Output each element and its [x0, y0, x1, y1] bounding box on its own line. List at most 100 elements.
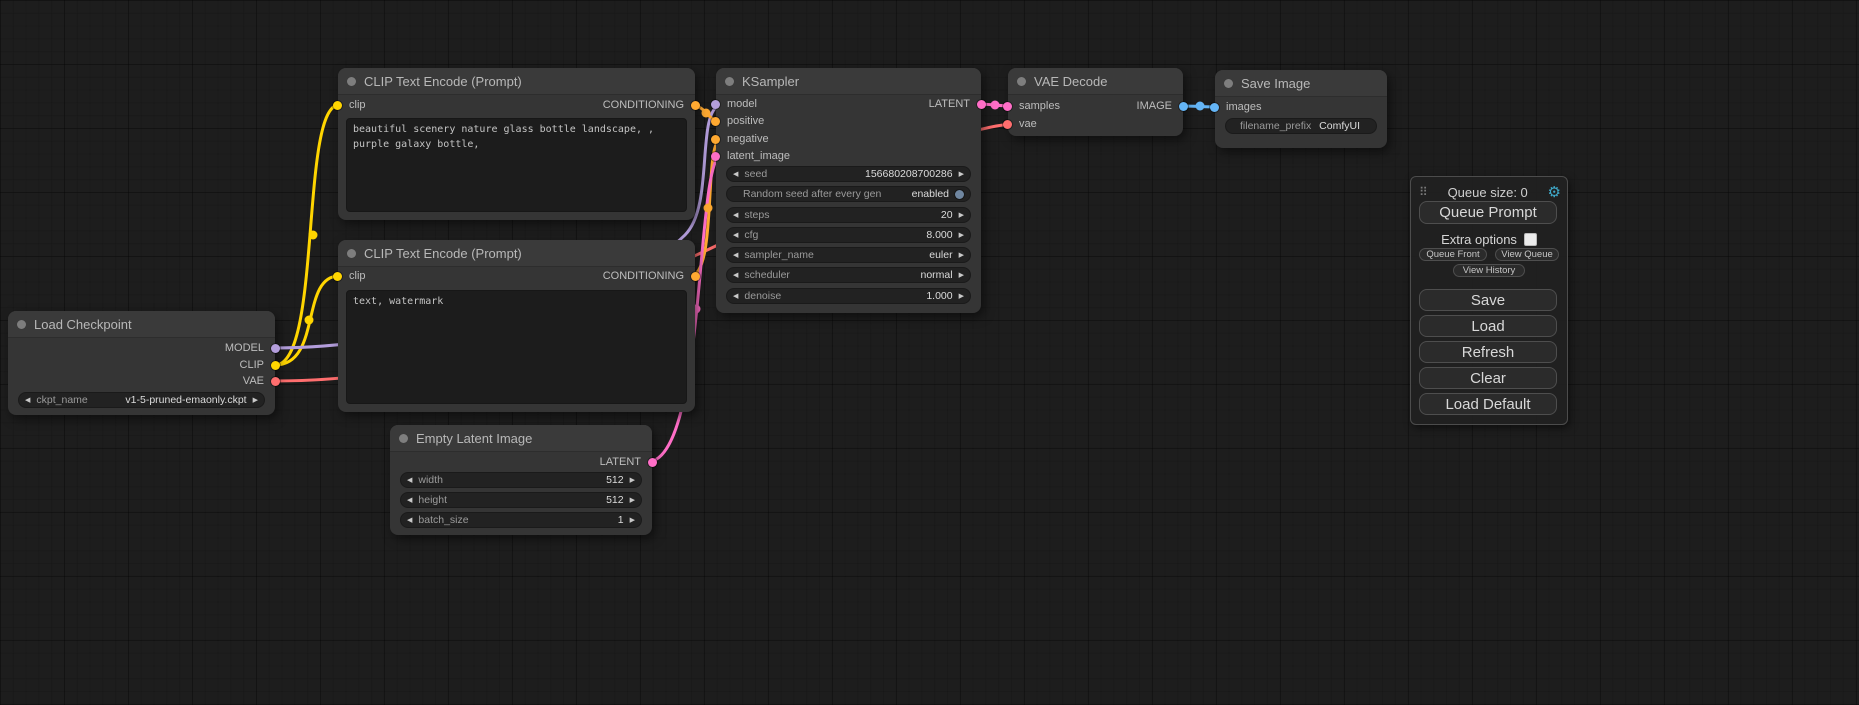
conditioning-port-dot[interactable]: [691, 272, 700, 281]
node-title-bar[interactable]: Empty Latent Image: [390, 425, 652, 452]
refresh-button[interactable]: Refresh: [1419, 341, 1557, 363]
widget-label: height: [418, 494, 447, 506]
increment-arrow-icon[interactable]: ▶: [959, 171, 964, 178]
decrement-arrow-icon[interactable]: ◀: [407, 517, 412, 524]
output-vae[interactable]: VAE: [243, 375, 280, 387]
latent-port-dot[interactable]: [711, 152, 720, 161]
conditioning-port-dot[interactable]: [711, 117, 720, 126]
output-latent[interactable]: LATENT: [929, 98, 986, 110]
increment-arrow-icon[interactable]: ▶: [959, 272, 964, 279]
port-label: IMAGE: [1137, 100, 1172, 112]
conditioning-port-dot[interactable]: [691, 101, 700, 110]
seed-widget[interactable]: ◀ seed 156680208700286 ▶: [726, 166, 971, 182]
negative-prompt-textarea[interactable]: text, watermark: [346, 290, 687, 404]
node-title-bar[interactable]: Load Checkpoint: [8, 311, 275, 338]
extra-options-checkbox[interactable]: [1524, 233, 1537, 246]
decrement-arrow-icon[interactable]: ◀: [407, 497, 412, 504]
scheduler-widget[interactable]: ◀ scheduler normal ▶: [726, 267, 971, 283]
image-port-dot[interactable]: [1210, 103, 1219, 112]
increment-arrow-icon[interactable]: ▶: [630, 517, 635, 524]
decrement-arrow-icon[interactable]: ◀: [733, 252, 738, 259]
widget-value: enabled: [912, 188, 949, 200]
node-title-bar[interactable]: Save Image: [1215, 70, 1387, 97]
toggle-dot-icon[interactable]: [955, 190, 964, 199]
node-load-checkpoint[interactable]: Load Checkpoint MODEL CLIP VAE ◀ ckpt_na…: [8, 311, 275, 415]
node-save-image[interactable]: Save Image images filename_prefix ComfyU…: [1215, 70, 1387, 148]
view-history-button[interactable]: View History: [1453, 264, 1525, 277]
denoise-widget[interactable]: ◀ denoise 1.000 ▶: [726, 288, 971, 304]
load-default-button[interactable]: Load Default: [1419, 393, 1557, 415]
vae-port-dot[interactable]: [271, 377, 280, 386]
increment-arrow-icon[interactable]: ▶: [959, 293, 964, 300]
save-button[interactable]: Save: [1419, 289, 1557, 311]
node-title-bar[interactable]: KSampler: [716, 68, 981, 95]
input-negative[interactable]: negative: [711, 133, 769, 145]
node-title-bar[interactable]: VAE Decode: [1008, 68, 1183, 95]
input-model[interactable]: model: [711, 98, 757, 110]
latent-port-dot[interactable]: [977, 100, 986, 109]
decrement-arrow-icon[interactable]: ◀: [407, 477, 412, 484]
clip-port-dot[interactable]: [333, 101, 342, 110]
batch-size-widget[interactable]: ◀ batch_size 1 ▶: [400, 512, 642, 528]
input-positive[interactable]: positive: [711, 115, 764, 127]
queue-prompt-button[interactable]: Queue Prompt: [1419, 201, 1557, 224]
cfg-widget[interactable]: ◀ cfg 8.000 ▶: [726, 227, 971, 243]
input-clip[interactable]: clip: [333, 270, 366, 282]
input-samples[interactable]: samples: [1003, 100, 1060, 112]
increment-arrow-icon[interactable]: ▶: [959, 212, 964, 219]
queue-menu-panel[interactable]: ⠿ Queue size: 0 ⚙ Queue Prompt Extra opt…: [1410, 176, 1568, 425]
node-vae-decode[interactable]: VAE Decode samples vae IMAGE: [1008, 68, 1183, 136]
vae-port-dot[interactable]: [1003, 120, 1012, 129]
input-images[interactable]: images: [1210, 101, 1261, 113]
output-latent[interactable]: LATENT: [600, 456, 657, 468]
node-clip-text-encode-positive[interactable]: CLIP Text Encode (Prompt) clip CONDITION…: [338, 68, 695, 220]
random-seed-toggle-widget[interactable]: Random seed after every gen enabled: [726, 186, 971, 202]
increment-arrow-icon[interactable]: ▶: [630, 497, 635, 504]
clip-port-dot[interactable]: [333, 272, 342, 281]
decrement-arrow-icon[interactable]: ◀: [733, 232, 738, 239]
sampler-name-widget[interactable]: ◀ sampler_name euler ▶: [726, 247, 971, 263]
model-port-dot[interactable]: [271, 344, 280, 353]
conditioning-port-dot[interactable]: [711, 135, 720, 144]
clip-port-dot[interactable]: [271, 361, 280, 370]
output-conditioning[interactable]: CONDITIONING: [603, 99, 700, 111]
positive-prompt-textarea[interactable]: beautiful scenery nature glass bottle la…: [346, 118, 687, 212]
decrement-arrow-icon[interactable]: ◀: [25, 397, 30, 404]
node-clip-text-encode-negative[interactable]: CLIP Text Encode (Prompt) clip CONDITION…: [338, 240, 695, 412]
input-clip[interactable]: clip: [333, 99, 366, 111]
decrement-arrow-icon[interactable]: ◀: [733, 171, 738, 178]
decrement-arrow-icon[interactable]: ◀: [733, 212, 738, 219]
output-clip[interactable]: CLIP: [240, 359, 280, 371]
drag-handle-icon[interactable]: ⠿: [1419, 185, 1428, 199]
output-conditioning[interactable]: CONDITIONING: [603, 270, 700, 282]
node-title-bar[interactable]: CLIP Text Encode (Prompt): [338, 68, 695, 95]
increment-arrow-icon[interactable]: ▶: [253, 397, 258, 404]
clear-button[interactable]: Clear: [1419, 367, 1557, 389]
width-widget[interactable]: ◀ width 512 ▶: [400, 472, 642, 488]
node-ksampler[interactable]: KSampler model positive negative latent_…: [716, 68, 981, 313]
decrement-arrow-icon[interactable]: ◀: [733, 272, 738, 279]
latent-port-dot[interactable]: [648, 458, 657, 467]
input-latent-image[interactable]: latent_image: [711, 150, 790, 162]
filename-prefix-widget[interactable]: filename_prefix ComfyUI: [1225, 118, 1377, 134]
ckpt-name-widget[interactable]: ◀ ckpt_name v1-5-pruned-emaonly.ckpt ▶: [18, 392, 265, 408]
node-empty-latent-image[interactable]: Empty Latent Image LATENT ◀ width 512 ▶ …: [390, 425, 652, 535]
decrement-arrow-icon[interactable]: ◀: [733, 293, 738, 300]
view-queue-button[interactable]: View Queue: [1495, 248, 1559, 261]
increment-arrow-icon[interactable]: ▶: [959, 232, 964, 239]
load-button[interactable]: Load: [1419, 315, 1557, 337]
output-model[interactable]: MODEL: [225, 342, 280, 354]
image-port-dot[interactable]: [1179, 102, 1188, 111]
input-vae[interactable]: vae: [1003, 118, 1037, 130]
height-widget[interactable]: ◀ height 512 ▶: [400, 492, 642, 508]
comfyui-canvas[interactable]: { "icons": { "arrow_left": "◀", "arrow_r…: [0, 0, 1859, 705]
settings-gear-icon[interactable]: ⚙: [1548, 185, 1561, 200]
steps-widget[interactable]: ◀ steps 20 ▶: [726, 207, 971, 223]
model-port-dot[interactable]: [711, 100, 720, 109]
node-title-bar[interactable]: CLIP Text Encode (Prompt): [338, 240, 695, 267]
increment-arrow-icon[interactable]: ▶: [630, 477, 635, 484]
latent-port-dot[interactable]: [1003, 102, 1012, 111]
increment-arrow-icon[interactable]: ▶: [959, 252, 964, 259]
queue-front-button[interactable]: Queue Front: [1419, 248, 1487, 261]
output-image[interactable]: IMAGE: [1137, 100, 1188, 112]
